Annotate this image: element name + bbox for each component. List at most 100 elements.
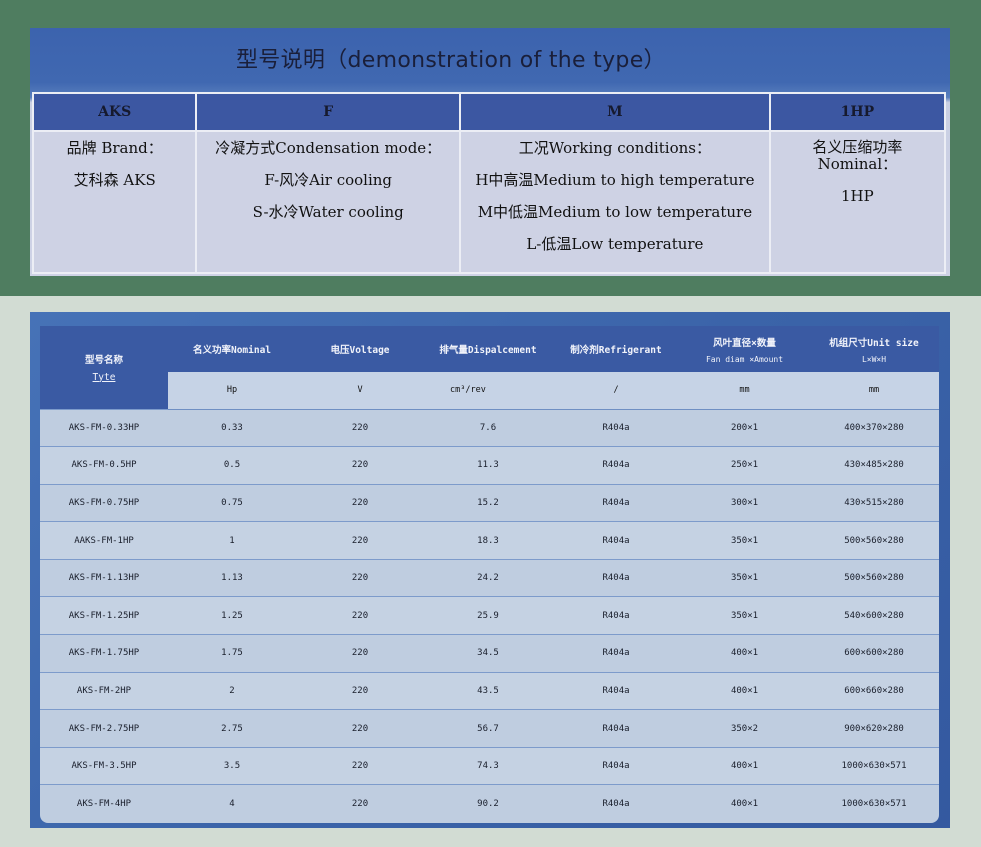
cell-voltage: 220 [296,634,424,673]
cell-nominal: 1.25 [168,596,296,635]
cell-model: AKS-FM-0.5HP [40,446,168,485]
cell-fan: 250×1 [680,446,809,485]
condensation-cell: 冷凝方式Condensation mode： F-风冷Air cooling S… [195,130,462,274]
type-header-conditions: M [459,92,771,132]
conditions-medium: M中低温Medium to low temperature [477,203,753,221]
unit-fan: mm [680,372,809,410]
cell-model: AKS-FM-4HP [40,784,168,823]
cell-model: AKS-FM-2HP [40,671,168,710]
cell-refrigerant: R404a [552,446,680,485]
cell-model: AKS-FM-1.13HP [40,558,168,597]
cell-fan: 200×1 [680,408,809,447]
power-label-en: Nominal： [817,155,898,173]
spec-header-nominal: 名义功率Nominal [168,326,296,372]
cell-model: AKS-FM-3.5HP [40,746,168,785]
cell-refrigerant: R404a [552,746,680,785]
cell-size: 540×600×280 [809,596,939,635]
unit-voltage: V [296,372,424,410]
cell-model: AKS-FM-2.75HP [40,709,168,748]
spec-header-model: 型号名称 Tyte [40,326,168,409]
cell-size: 500×560×280 [809,558,939,597]
table-row: AKS-FM-1.25HP 1.25 220 25.9 R404a 350×1 540×60… [40,596,939,635]
table-row: AKS-FM-3.5HP 3.5 220 74.3 R404a 400×1 1000×630… [40,746,939,785]
unit-refrigerant: / [552,372,680,410]
cell-displacement: 25.9 [424,596,552,635]
cell-size: 500×560×280 [809,521,939,560]
cell-displacement: 74.3 [424,746,552,785]
type-header-power: 1HP [768,92,947,132]
cell-voltage: 220 [296,558,424,597]
cell-size: 900×620×280 [809,709,939,748]
conditions-label: 工况Working conditions： [518,139,711,157]
cell-nominal: 3.5 [168,746,296,785]
cell-fan: 400×1 [680,671,809,710]
table-row: AKS-FM-2.75HP 2.75 220 56.7 R404a 350×2 900×62… [40,709,939,748]
cell-size: 400×370×280 [809,408,939,447]
conditions-low: L-低温Low temperature [526,235,704,253]
cell-voltage: 220 [296,408,424,447]
cell-model: AKS-FM-1.25HP [40,596,168,635]
unit-size: mm [809,372,939,410]
type-demonstration-table: AKS F M 1HP 品牌 Brand： 艾科森 AKS 冷凝方式Conden… [31,92,947,274]
brand-value: 艾科森 AKS [73,171,156,189]
table-row: AKS-FM-0.5HP 0.5 220 11.3 R404a 250×1 430×485×… [40,446,939,485]
cell-nominal: 4 [168,784,296,823]
condensation-water: S-水冷Water cooling [252,203,404,221]
cell-voltage: 220 [296,521,424,560]
spec-header-model-en: Tyte [92,371,116,383]
spec-header-fan: 风叶直径×数量 Fan diam ×Amount [680,326,809,372]
spec-header-size-sub: L×W×H [861,354,887,364]
table-row: AKS-FM-2HP 2 220 43.5 R404a 400×1 600×660×280 [40,671,939,710]
conditions-high: H中高温Medium to high temperature [475,171,755,189]
table-row: AAKS-FM-1HP 1 220 18.3 R404a 350×1 500×560×280 [40,521,939,560]
type-demonstration-title: 型号说明（demonstration of the type） [236,48,666,73]
table-row: AKS-FM-1.75HP 1.75 220 34.5 R404a 400×1 600×60… [40,634,939,673]
cell-fan: 350×1 [680,596,809,635]
cell-displacement: 18.3 [424,521,552,560]
spec-header-size-label: 机组尺寸Unit size [829,337,919,349]
brand-cell: 品牌 Brand： 艾科森 AKS [31,130,198,274]
cell-displacement: 15.2 [424,483,552,522]
cell-voltage: 220 [296,483,424,522]
spec-header-size: 机组尺寸Unit size L×W×H [809,326,939,372]
cell-model: AKS-FM-0.75HP [40,483,168,522]
spec-header-row: 型号名称 Tyte 名义功率Nominal 电压Voltage 排气量Dispa… [40,326,939,409]
spec-header-displacement-label: 排气量Dispalcement [439,345,537,356]
cell-model: AKS-FM-0.33HP [40,408,168,447]
cell-nominal: 1 [168,521,296,560]
cell-fan: 400×1 [680,784,809,823]
cell-size: 600×600×280 [809,634,939,673]
cell-displacement: 7.6 [424,408,552,447]
cell-fan: 350×1 [680,521,809,560]
cell-refrigerant: R404a [552,784,680,823]
cell-nominal: 2 [168,671,296,710]
cell-fan: 350×2 [680,709,809,748]
cell-refrigerant: R404a [552,521,680,560]
conditions-cell: 工况Working conditions： H中高温Medium to high… [459,130,771,274]
unit-displacement: cm³/rev [424,372,552,410]
table-row: AKS-FM-1.13HP 1.13 220 24.2 R404a 350×1 500×56… [40,558,939,597]
cell-fan: 300×1 [680,483,809,522]
cell-nominal: 1.75 [168,634,296,673]
spec-header-refrigerant-label: 制冷剂Refrigerant [570,345,662,356]
cell-refrigerant: R404a [552,558,680,597]
type-header-condensation: F [195,92,462,132]
type-header-row: AKS F M 1HP [31,92,947,132]
cell-nominal: 2.75 [168,709,296,748]
cell-voltage: 220 [296,746,424,785]
cell-refrigerant: R404a [552,483,680,522]
spec-table: 型号名称 Tyte 名义功率Nominal 电压Voltage 排气量Dispa… [40,326,939,823]
cell-refrigerant: R404a [552,596,680,635]
cell-refrigerant: R404a [552,634,680,673]
spec-header-voltage: 电压Voltage [296,326,424,372]
condensation-air: F-风冷Air cooling [264,171,393,189]
unit-nominal: Hp [168,372,296,410]
cell-size: 1000×630×571 [809,746,939,785]
cell-model: AKS-FM-1.75HP [40,634,168,673]
cell-nominal: 0.5 [168,446,296,485]
spec-header-fan-sub: Fan diam ×Amount [705,354,784,364]
type-header-brand: AKS [31,92,198,132]
cell-fan: 350×1 [680,558,809,597]
cell-fan: 400×1 [680,746,809,785]
brand-label: 品牌 Brand： [66,139,163,157]
